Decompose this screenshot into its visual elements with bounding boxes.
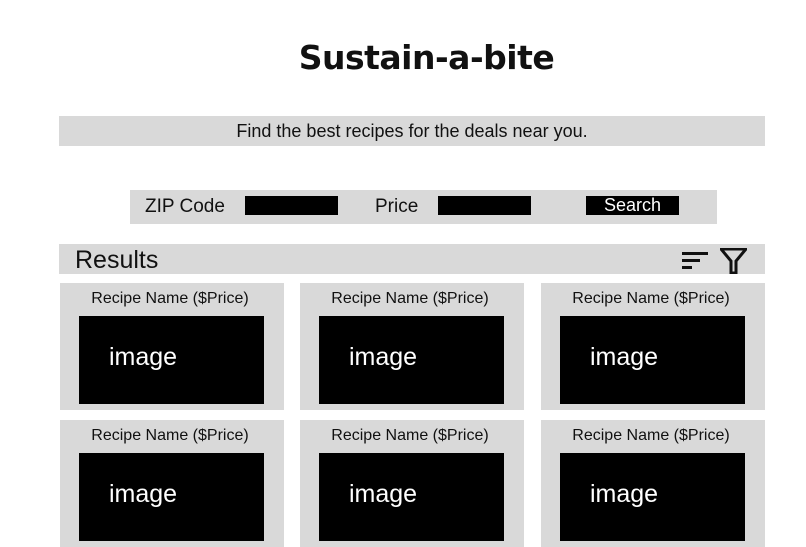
recipe-name: Recipe Name ($Price) xyxy=(331,290,489,307)
zip-code-label: ZIP Code xyxy=(145,196,225,217)
recipe-image: image xyxy=(79,316,264,404)
zip-code-input[interactable] xyxy=(245,196,338,215)
results-header: Results xyxy=(59,244,765,274)
sort-icon[interactable] xyxy=(682,251,708,269)
recipe-image-label: image xyxy=(109,480,178,508)
recipe-image: image xyxy=(560,316,745,404)
app-title: Sustain-a-bite xyxy=(298,38,555,77)
recipe-name: Recipe Name ($Price) xyxy=(572,290,730,307)
recipe-image-label: image xyxy=(109,343,178,371)
recipe-image: image xyxy=(79,453,264,541)
results-title: Results xyxy=(75,246,159,274)
recipe-card[interactable]: Recipe Name ($Price) image xyxy=(541,420,765,547)
recipe-name: Recipe Name ($Price) xyxy=(331,427,489,444)
price-label: Price xyxy=(375,196,419,217)
tagline: Find the best recipes for the deals near… xyxy=(59,116,765,146)
search-bar: ZIP Code Price Search xyxy=(130,190,717,224)
price-input[interactable] xyxy=(438,196,531,215)
recipe-image: image xyxy=(319,316,504,404)
recipe-card[interactable]: Recipe Name ($Price) image xyxy=(541,283,765,410)
recipe-image-label: image xyxy=(349,343,418,371)
recipe-image-label: image xyxy=(349,480,418,508)
recipe-card[interactable]: Recipe Name ($Price) image xyxy=(300,283,524,410)
recipe-card[interactable]: Recipe Name ($Price) image xyxy=(300,420,524,547)
recipe-name: Recipe Name ($Price) xyxy=(91,290,249,307)
recipe-image: image xyxy=(560,453,745,541)
recipe-image: image xyxy=(319,453,504,541)
recipe-image-label: image xyxy=(590,343,659,371)
recipe-name: Recipe Name ($Price) xyxy=(91,427,249,444)
recipe-card[interactable]: Recipe Name ($Price) image xyxy=(60,283,284,410)
recipe-image-label: image xyxy=(590,480,659,508)
search-button[interactable]: Search xyxy=(586,196,679,215)
results-grid: Recipe Name ($Price) image Recipe Name (… xyxy=(60,283,765,547)
filter-icon[interactable] xyxy=(720,248,747,274)
recipe-card[interactable]: Recipe Name ($Price) image xyxy=(60,420,284,547)
recipe-name: Recipe Name ($Price) xyxy=(572,427,730,444)
